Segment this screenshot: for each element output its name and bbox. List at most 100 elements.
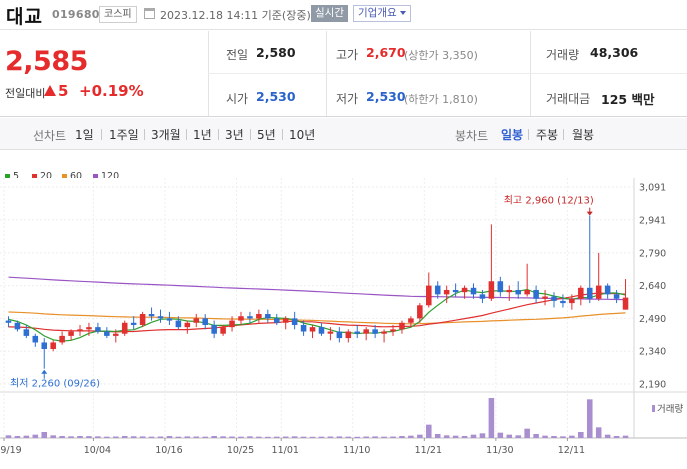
candle-monthly[interactable]: 월봉 — [572, 126, 594, 143]
open-value: 2,530 — [256, 89, 296, 104]
market-badge: 코스피 — [99, 6, 137, 23]
period-3m[interactable]: 3개월 — [151, 126, 181, 143]
volume-bar — [586, 399, 593, 438]
candle-body — [148, 314, 155, 317]
period-3y[interactable]: 3년 — [225, 126, 244, 143]
prev-close-value: 2,580 — [256, 45, 296, 60]
volume-bar — [291, 436, 298, 438]
volume-bar — [23, 435, 30, 438]
period-1w[interactable]: 1주일 — [109, 126, 139, 143]
volume-bar — [202, 436, 208, 438]
candle-body — [130, 322, 137, 325]
prev-close-label: 전일 — [226, 48, 249, 62]
volume-bar — [77, 436, 83, 438]
candle-body — [77, 329, 83, 332]
candle-body — [399, 322, 405, 330]
candle-body — [247, 316, 253, 319]
candle-body — [560, 300, 566, 304]
candle-body — [300, 324, 307, 332]
divider — [144, 129, 145, 140]
volume-bar — [336, 436, 343, 438]
volume-bar — [434, 434, 441, 438]
candlestick-chart[interactable]: 3,091 2,941 2,790 2,640 2,490 2,340 2,190 09/19… — [0, 178, 687, 469]
candle-body — [175, 320, 182, 328]
period-10y[interactable]: 10년 — [289, 126, 315, 143]
chart-background — [0, 178, 687, 468]
volume-bar — [5, 435, 12, 438]
volume-bar — [604, 434, 611, 438]
volume-bar — [426, 424, 432, 438]
volume-bar — [327, 436, 334, 438]
candle-body — [372, 329, 378, 334]
candle-body — [506, 289, 513, 293]
volume-value: 48,306 — [590, 45, 639, 60]
period-1d[interactable]: 1일 — [75, 126, 94, 143]
candle-daily[interactable]: 일봉 — [501, 126, 523, 143]
candle-body — [318, 327, 325, 334]
volume-bar — [479, 433, 486, 438]
x-tick-label: 10/04 — [84, 445, 111, 456]
low-label: 저가 — [336, 92, 359, 106]
candle-body — [104, 331, 110, 336]
volume-bar — [488, 398, 495, 438]
candle-body — [515, 289, 521, 295]
volume-bar — [220, 436, 226, 438]
candle-body — [408, 318, 414, 323]
candle-body — [542, 296, 548, 299]
volume-bar — [59, 436, 65, 438]
candle-body — [229, 320, 235, 328]
datetime-text: 2023.12.18 14:11 기준(장중) — [160, 9, 311, 22]
candle-body — [452, 289, 459, 293]
candle-body — [426, 285, 432, 306]
candle-body — [68, 331, 74, 336]
volume-bar — [470, 434, 477, 438]
candle-body — [417, 305, 423, 319]
candle-weekly[interactable]: 주봉 — [536, 126, 558, 143]
amount-value: 125 백만 — [601, 92, 655, 107]
company-overview-dropdown[interactable]: 기업개요 — [353, 5, 411, 22]
candle-body — [113, 333, 119, 336]
high-annotation: 최고 2,960 (12/13) — [504, 195, 594, 207]
candle-body — [238, 316, 244, 321]
period-1y[interactable]: 1년 — [193, 126, 212, 143]
divider — [186, 129, 187, 140]
volume-bar — [50, 435, 56, 438]
compare-label: 전일대비 — [5, 87, 46, 100]
period-5y[interactable]: 5년 — [257, 126, 276, 143]
price-change-percent: +0.19% — [79, 82, 144, 100]
volume-bar — [273, 436, 280, 438]
company-overview-label: 기업개요 — [358, 7, 397, 19]
candle-body — [390, 329, 396, 332]
candle-body — [5, 320, 12, 323]
candle-body — [613, 294, 620, 299]
candle-body — [166, 318, 173, 321]
candle-body — [211, 324, 217, 334]
volume-bar — [86, 436, 92, 438]
y-tick-label: 2,340 — [639, 347, 666, 358]
volume-bar — [229, 436, 235, 438]
realtime-button[interactable]: 실시간 — [311, 5, 348, 22]
volume-bar — [551, 436, 557, 438]
candle-body — [95, 327, 101, 332]
volume-bar — [95, 436, 101, 438]
up-arrow-icon — [44, 85, 56, 96]
stock-header: 대교 019680 코스피 2023.12.18 14:11 기준(장중) 실시… — [0, 0, 687, 30]
candle-body — [381, 331, 387, 334]
volume-bar — [166, 436, 173, 438]
candle-body — [363, 329, 369, 334]
price-summary: 2,585 전일대비 5 +0.19% 전일 2,580 고가 2,670 (상… — [0, 31, 687, 117]
volume-bar — [399, 436, 405, 438]
volume-bar — [265, 436, 271, 438]
current-price: 2,585 — [5, 46, 88, 77]
candle-body — [470, 287, 477, 295]
x-tick-label: 09/19 — [0, 445, 22, 456]
candle-body — [23, 329, 30, 336]
y-tick-label: 2,941 — [639, 215, 666, 226]
volume-bar — [247, 436, 253, 438]
volume-bar — [309, 436, 316, 438]
volume-bar — [113, 436, 119, 438]
amount-label: 거래대금 — [546, 92, 591, 106]
x-tick-label: 11/01 — [272, 445, 299, 456]
candle-body — [184, 322, 191, 328]
x-tick-label: 10/25 — [227, 445, 254, 456]
